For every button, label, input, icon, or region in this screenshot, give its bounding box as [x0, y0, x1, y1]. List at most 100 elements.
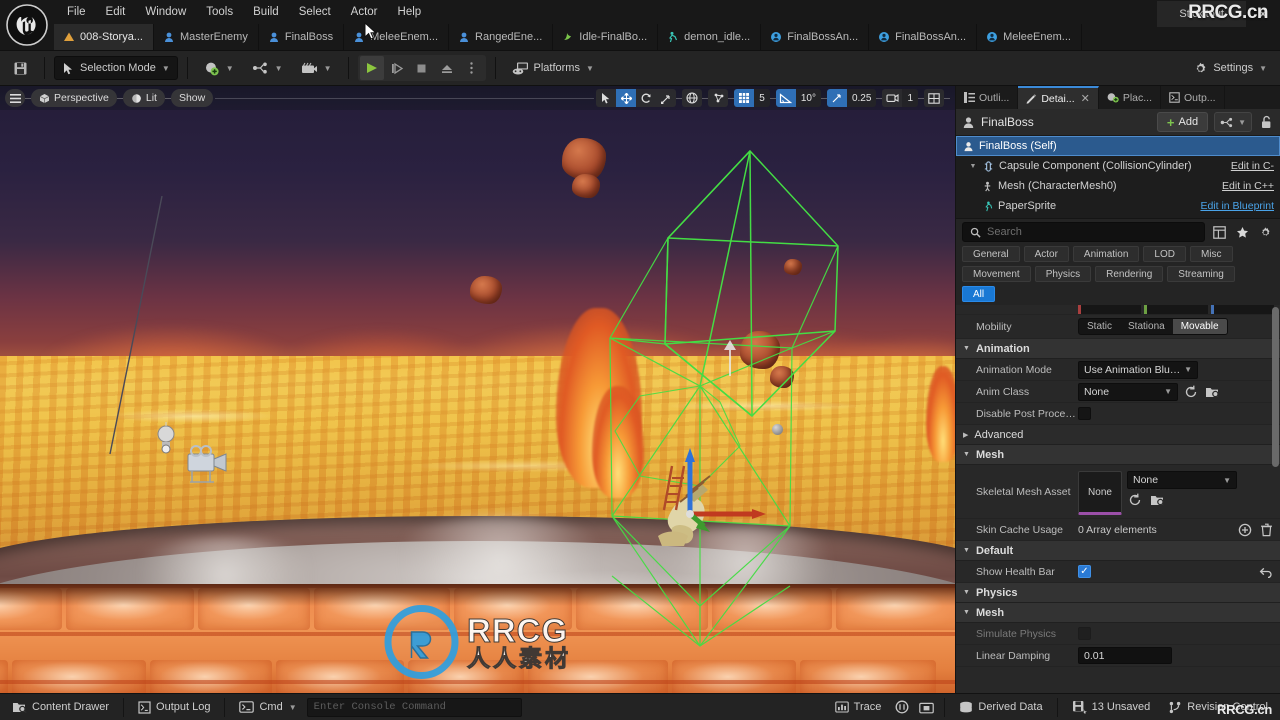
stop-button[interactable] [410, 56, 434, 80]
tab-outliner[interactable]: Outli... [956, 86, 1019, 109]
x-field[interactable] [1078, 305, 1142, 314]
camera-speed-value[interactable]: 1 [902, 89, 918, 107]
mobility-movable[interactable]: Movable [1172, 319, 1227, 334]
component-row-self[interactable]: FinalBoss (Self) [956, 136, 1280, 156]
category-animation[interactable]: ▼ Animation [956, 339, 1280, 359]
tab-output-log[interactable]: Outp... [1161, 86, 1225, 109]
close-icon[interactable]: ✕ [1246, 1, 1280, 27]
cinematics-button[interactable]: ▼ [294, 56, 339, 80]
properties-scrollbar[interactable] [1272, 307, 1279, 467]
column-view-button[interactable] [1210, 223, 1228, 241]
lock-details-button[interactable] [1258, 114, 1274, 130]
reset-mesh-button[interactable] [1127, 492, 1143, 508]
derived-data-button[interactable]: Derived Data [951, 697, 1050, 718]
console-command-input[interactable] [313, 701, 515, 713]
filter-rendering[interactable]: Rendering [1095, 266, 1164, 282]
content-drawer-button[interactable]: Content Drawer [4, 697, 117, 718]
show-flags-button[interactable]: Show [170, 89, 214, 107]
mesh-thumbnail[interactable]: None [1078, 471, 1122, 515]
category-physics[interactable]: ▼ Physics [956, 583, 1280, 603]
close-icon[interactable]: ✕ [1081, 92, 1090, 105]
tab-level[interactable]: 008-Storya... [54, 24, 154, 50]
play-button[interactable] [359, 56, 384, 80]
edit-link[interactable]: Edit in C- [1231, 160, 1274, 172]
tab-idle-finalboss[interactable]: Idle-FinalBo... [553, 24, 659, 50]
camera-speed-toggle[interactable] [882, 89, 903, 107]
category-advanced[interactable]: ▶ Advanced [956, 425, 1280, 445]
category-physics-mesh[interactable]: ▼ Mesh [956, 603, 1280, 623]
linear-damping-field[interactable]: 0.01 [1078, 647, 1172, 664]
component-row-mesh[interactable]: Mesh (CharacterMesh0) Edit in C++ [956, 176, 1280, 196]
tab-details[interactable]: Detai... ✕ [1018, 86, 1099, 109]
world-coords-button[interactable] [682, 89, 703, 107]
eject-button[interactable] [435, 56, 459, 80]
delete-array-button[interactable] [1258, 522, 1274, 538]
filter-physics[interactable]: Physics [1034, 266, 1092, 282]
edit-link[interactable]: Edit in C++ [1222, 180, 1274, 192]
details-settings-button[interactable] [1256, 223, 1274, 241]
settings-button[interactable]: Settings ▼ [1186, 56, 1274, 80]
add-component-button[interactable]: + Add [1156, 112, 1209, 132]
tab-finalbossanim-2[interactable]: FinalBossAn... [869, 24, 978, 50]
angle-snap-value[interactable]: 10° [795, 89, 821, 107]
scale-snap-toggle[interactable] [826, 89, 847, 107]
skip-button[interactable] [385, 56, 409, 80]
search-input[interactable] [987, 226, 1197, 238]
select-tool-button[interactable] [596, 89, 617, 107]
animation-mode-dropdown[interactable]: Use Animation Blueprint ▼ [1078, 360, 1198, 379]
filter-movement[interactable]: Movement [962, 266, 1031, 282]
properties-list[interactable]: Mobility Static Stationa Movable ▼ Anima… [956, 305, 1280, 693]
y-field[interactable] [1144, 305, 1208, 314]
menu-build[interactable]: Build [244, 3, 288, 21]
angle-snap-toggle[interactable] [775, 89, 796, 107]
tab-meleeenemyanim[interactable]: MeleeEnem... [977, 24, 1082, 50]
cmd-button[interactable]: Cmd ▼ [231, 697, 304, 718]
viewport-layout-button[interactable] [924, 89, 944, 107]
scale-tool-button[interactable] [656, 89, 677, 107]
tab-masterenemy[interactable]: MasterEnemy [154, 24, 259, 50]
grid-snap-value[interactable]: 5 [754, 89, 770, 107]
level-viewport[interactable]: Z X RRCG 人人素材 [0, 86, 955, 693]
filter-actor[interactable]: Actor [1023, 246, 1069, 262]
expander-icon[interactable]: ▼ [968, 163, 978, 170]
filter-lod[interactable]: LOD [1143, 246, 1186, 262]
xyz-fields[interactable] [1078, 305, 1274, 314]
filter-streaming[interactable]: Streaming [1167, 266, 1235, 282]
menu-window[interactable]: Window [136, 3, 195, 21]
blueprints-button[interactable]: ▼ [245, 56, 290, 80]
browse-anim-class-button[interactable] [1204, 384, 1220, 400]
tab-finalboss[interactable]: FinalBoss [259, 24, 345, 50]
mobility-static[interactable]: Static [1079, 319, 1120, 334]
tab-finalbossanim-1[interactable]: FinalBossAn... [761, 24, 870, 50]
rotate-tool-button[interactable] [636, 89, 657, 107]
add-array-element-button[interactable] [1237, 522, 1253, 538]
category-mesh[interactable]: ▼ Mesh [956, 445, 1280, 465]
disable-post-process-checkbox[interactable] [1078, 407, 1091, 420]
component-row-papersprite[interactable]: PaperSprite Edit in Blueprint [956, 196, 1280, 216]
surface-snap-button[interactable] [708, 89, 729, 107]
filter-all[interactable]: All [962, 286, 996, 302]
tab-demon-idle[interactable]: demon_idle... [658, 24, 762, 50]
viewport-menu-button[interactable] [5, 89, 25, 107]
filter-general[interactable]: General [962, 246, 1020, 262]
filter-misc[interactable]: Misc [1189, 246, 1233, 262]
platforms-button[interactable]: Platforms ▼ [505, 56, 601, 80]
tab-place-actors[interactable]: Plac... [1099, 86, 1162, 109]
anim-class-dropdown[interactable]: None ▼ [1078, 382, 1178, 401]
unsaved-button[interactable]: 13 Unsaved [1064, 697, 1159, 718]
skeletal-mesh-dropdown[interactable]: None ▼ [1127, 471, 1237, 489]
scale-snap-value[interactable]: 0.25 [846, 89, 877, 107]
tab-meleeenemy[interactable]: MeleeEnem... [344, 24, 450, 50]
search-box[interactable] [962, 222, 1205, 242]
blueprint-menu-button[interactable]: ▼ [1214, 112, 1252, 132]
favorites-button[interactable] [1233, 223, 1251, 241]
unreal-logo-icon[interactable] [4, 2, 50, 48]
save-button[interactable] [6, 56, 35, 80]
menu-help[interactable]: Help [389, 3, 431, 21]
output-log-button[interactable]: Output Log [130, 697, 218, 718]
selection-mode-button[interactable]: Selection Mode ▼ [54, 56, 178, 80]
category-default[interactable]: ▼ Default [956, 541, 1280, 561]
tab-rangedenemy[interactable]: RangedEne... [449, 24, 554, 50]
browse-mesh-button[interactable] [1149, 492, 1165, 508]
z-field[interactable] [1210, 305, 1274, 314]
